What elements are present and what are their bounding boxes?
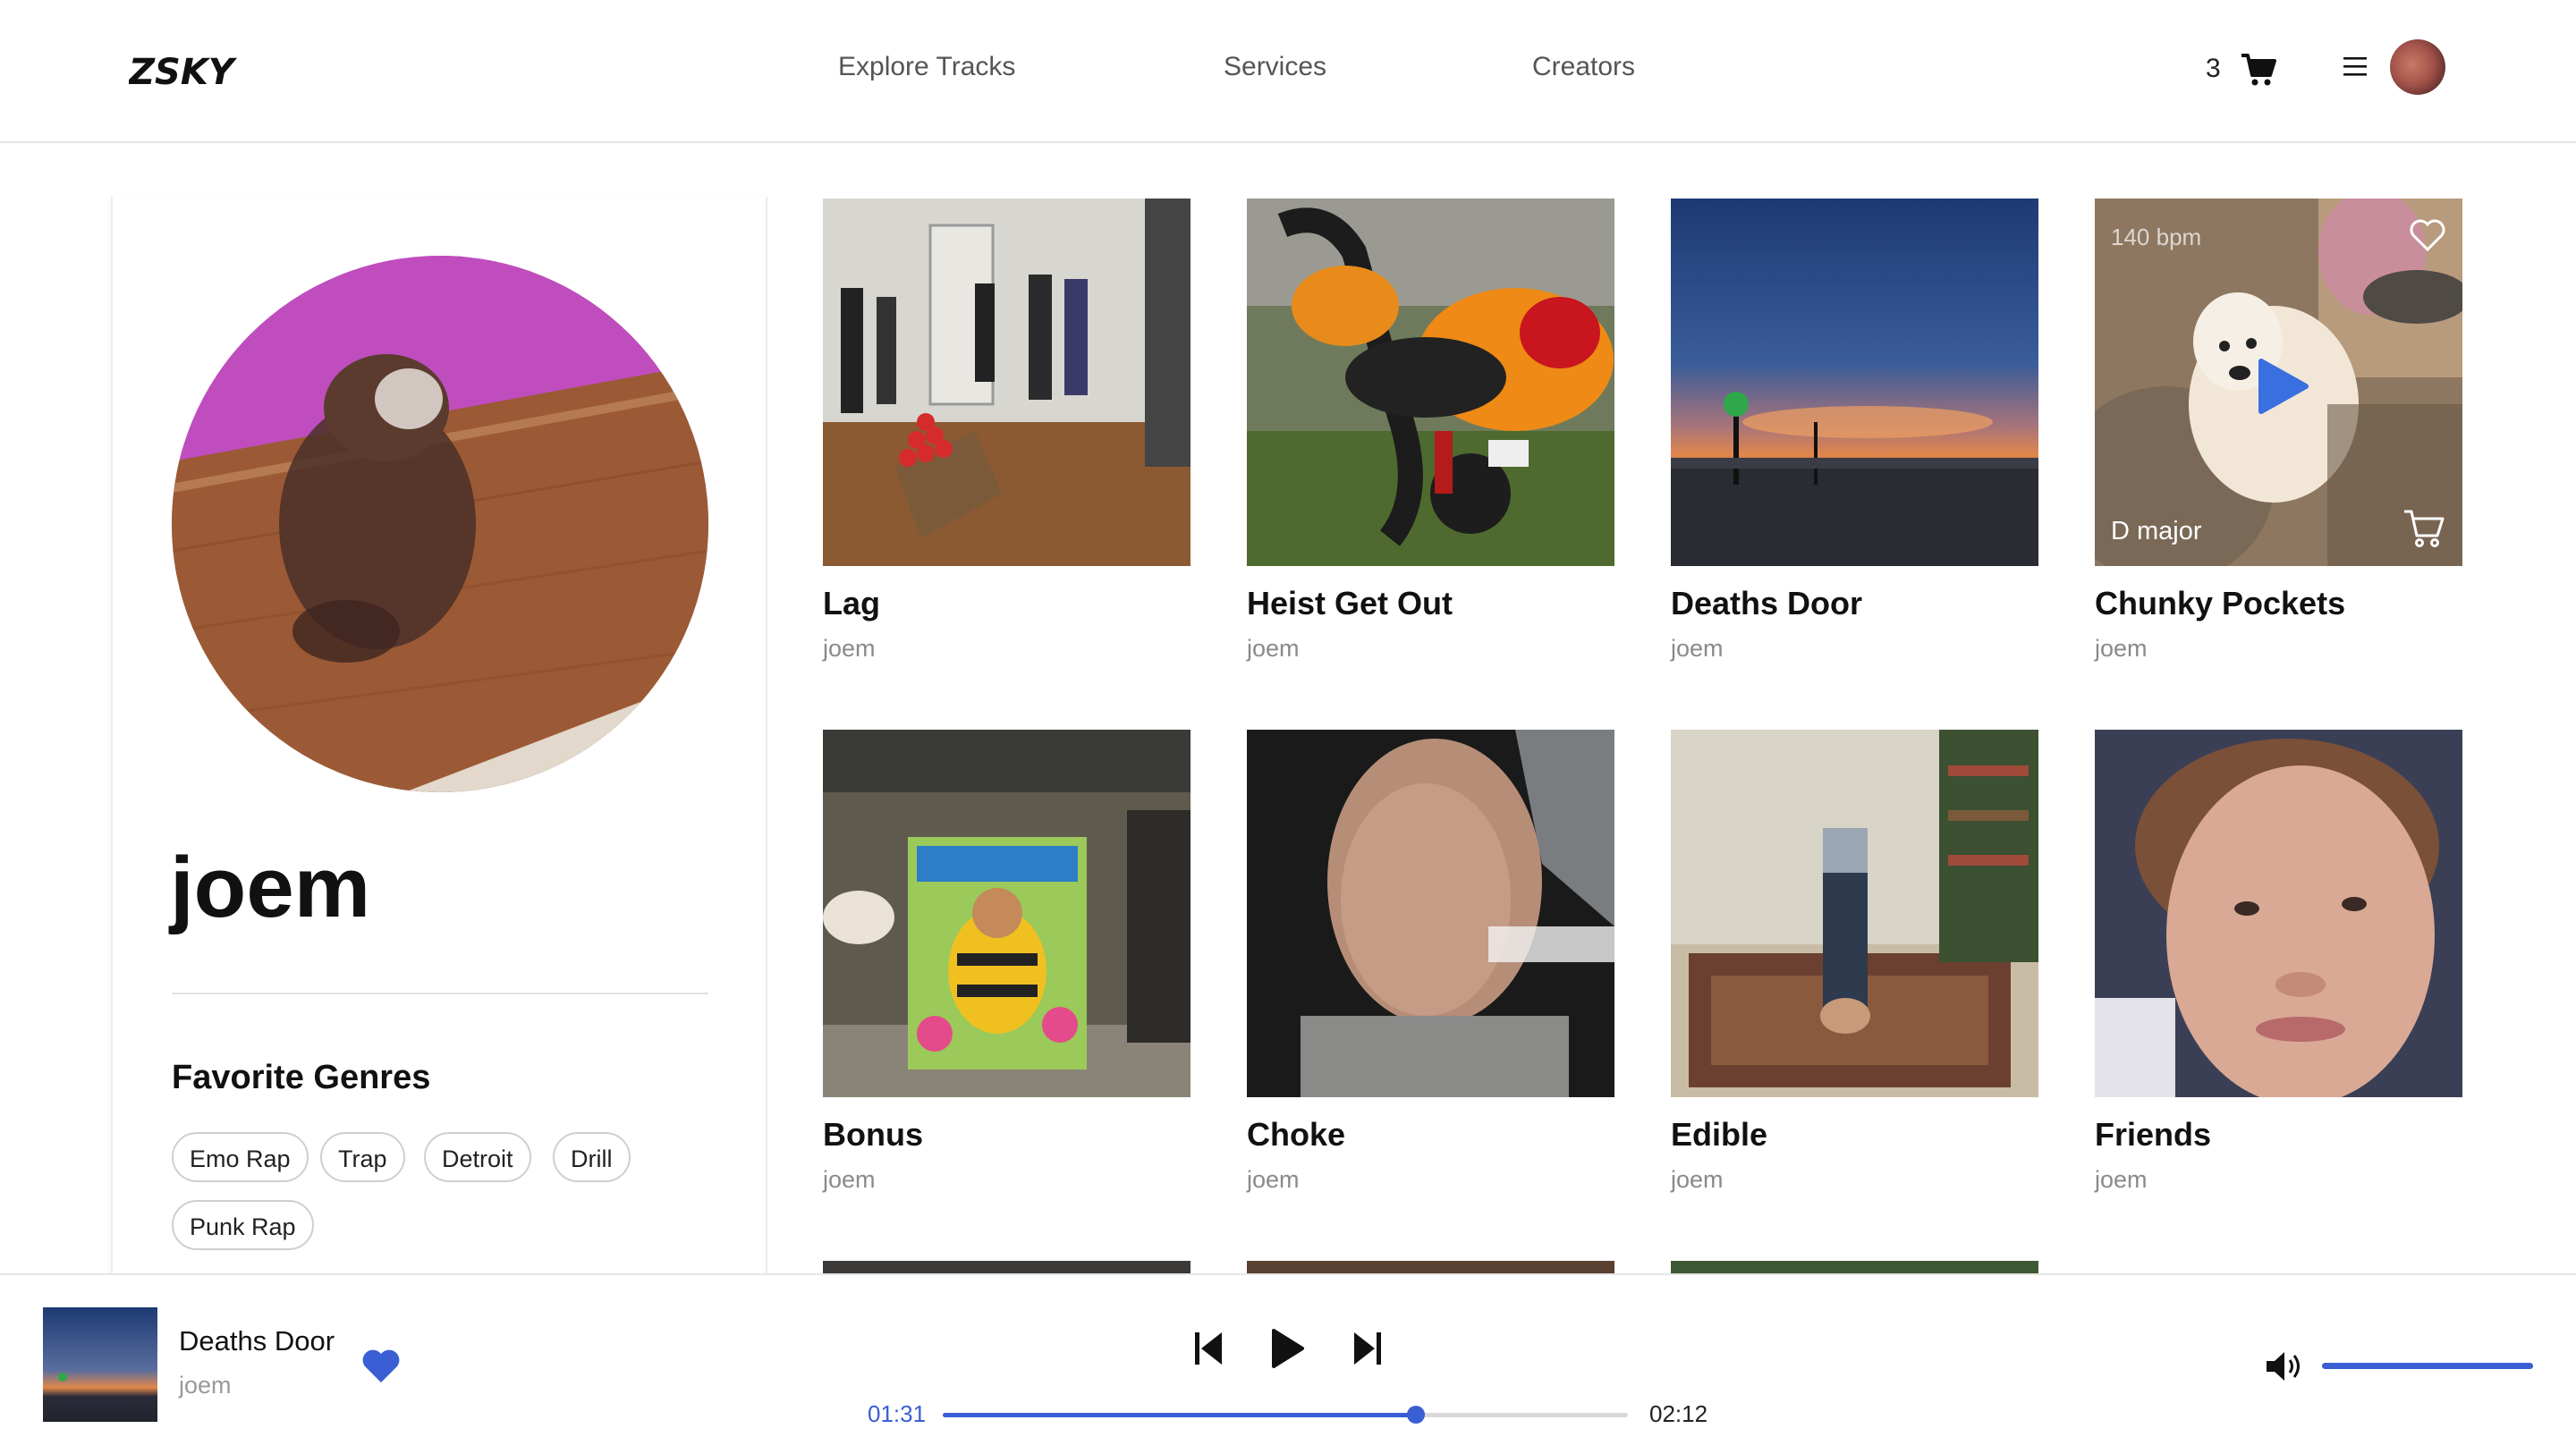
volume-icon[interactable] [2265,1348,2306,1384]
volume-fill [2322,1363,2533,1369]
track-artist[interactable]: joem [823,635,876,663]
profile-username: joem [170,840,371,935]
elapsed-time: 01:31 [868,1400,927,1427]
track-artist[interactable]: joem [1671,1166,1724,1194]
genre-chip-punk-rap[interactable]: Punk Rap [172,1200,314,1250]
user-avatar[interactable] [2390,39,2445,95]
track-cover-partial[interactable] [1671,1261,2038,1273]
track-cover[interactable] [1247,730,1614,1097]
volume-slider[interactable] [2322,1363,2533,1369]
genre-chip-drill[interactable]: Drill [553,1132,631,1182]
nav-explore-tracks[interactable]: Explore Tracks [838,52,1015,82]
track-artist[interactable]: joem [2095,635,2148,663]
track-artist[interactable]: joem [823,1166,876,1194]
track-title[interactable]: Lag [823,585,880,622]
track-cover[interactable] [1247,199,1614,566]
now-playing-artist[interactable]: joem [179,1372,232,1399]
genre-chip-trap[interactable]: Trap [320,1132,405,1182]
now-playing-title[interactable]: Deaths Door [179,1325,335,1357]
track-artist[interactable]: joem [2095,1166,2148,1194]
track-title[interactable]: Bonus [823,1116,923,1154]
previous-track-icon[interactable] [1193,1331,1224,1366]
track-cover[interactable] [823,730,1191,1097]
track-cover[interactable] [2095,730,2462,1097]
hamburger-menu-icon[interactable] [2342,54,2368,80]
now-playing-cover[interactable] [43,1307,157,1422]
profile-divider [172,993,708,994]
next-track-icon[interactable] [1352,1331,1383,1366]
favorite-heart-icon[interactable] [2409,218,2446,252]
track-bpm-label: 140 bpm [2111,224,2202,250]
total-duration: 02:12 [1649,1400,1708,1427]
track-cover[interactable] [1671,199,2038,566]
play-track-icon[interactable] [2258,358,2309,415]
track-artist[interactable]: joem [1247,635,1300,663]
profile-avatar [172,256,708,792]
favorite-genres-heading: Favorite Genres [172,1059,431,1096]
cart-count: 3 [2206,54,2221,83]
track-title[interactable]: Choke [1247,1116,1345,1154]
zsky-logo[interactable]: ZSKY [129,50,281,91]
track-key-label: D major [2111,517,2202,545]
genre-chip-detroit[interactable]: Detroit [424,1132,531,1182]
now-playing-bar: Deaths Door joem 01:31 02:12 [0,1273,2576,1454]
progress-bar[interactable] [943,1406,1628,1424]
track-cover-partial[interactable] [823,1261,1191,1273]
track-cover-partial[interactable] [1247,1261,1614,1273]
add-to-cart-icon[interactable] [2402,507,2446,548]
genre-chip-emo-rap[interactable]: Emo Rap [172,1132,309,1182]
track-cover[interactable] [1671,730,2038,1097]
track-artist[interactable]: joem [1247,1166,1300,1194]
track-title[interactable]: Deaths Door [1671,585,1862,622]
track-title[interactable]: Friends [2095,1116,2211,1154]
nav-services[interactable]: Services [1224,52,1326,82]
svg-text:ZSKY: ZSKY [129,52,238,91]
play-icon[interactable] [1270,1327,1306,1370]
cart-icon[interactable] [2240,52,2277,88]
progress-fill [943,1413,1416,1417]
track-title[interactable]: Heist Get Out [1247,585,1453,622]
track-title[interactable]: Edible [1671,1116,1767,1154]
top-nav-bar: ZSKY Explore Tracks Services Creators 3 [0,0,2576,143]
track-title[interactable]: Chunky Pockets [2095,585,2345,622]
like-heart-icon[interactable] [361,1348,401,1384]
track-cover[interactable] [823,199,1191,566]
track-artist[interactable]: joem [1671,635,1724,663]
nav-creators[interactable]: Creators [1532,52,1635,82]
track-cover[interactable]: 140 bpm D major [2095,199,2462,566]
progress-handle[interactable] [1406,1406,1425,1424]
